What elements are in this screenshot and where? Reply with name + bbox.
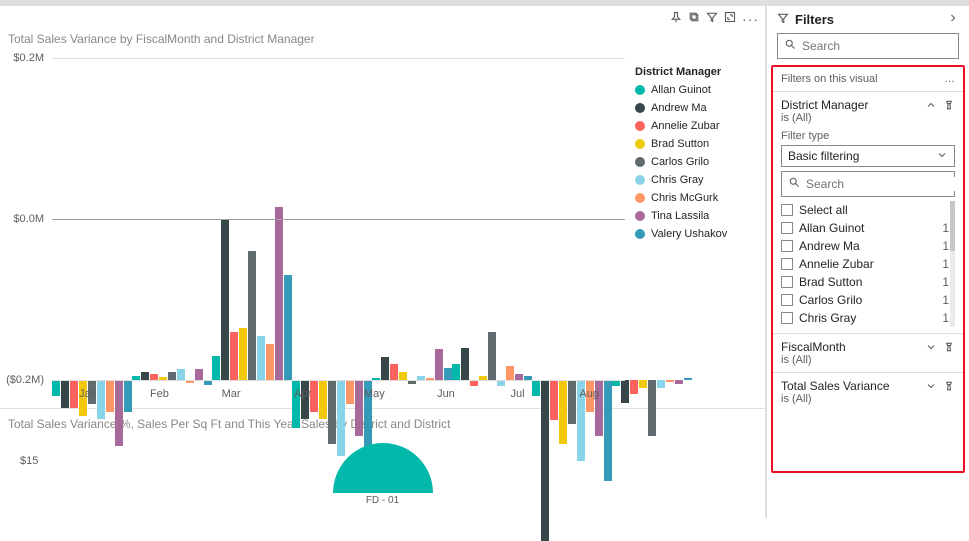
filter-value-row[interactable]: Andrew Ma1	[781, 237, 955, 255]
x-tick-label: Jun	[410, 388, 482, 400]
filter-name: District Manager	[781, 98, 868, 112]
filter-value-label: Brad Sutton	[799, 275, 936, 289]
expand-icon[interactable]	[925, 379, 937, 397]
visual-header: ···	[0, 6, 765, 28]
filter-value-label: Andrew Ma	[799, 239, 936, 253]
filter-value-label: Allan Guinot	[799, 221, 936, 235]
filter-type-value: Basic filtering	[788, 149, 859, 163]
checkbox[interactable]	[781, 276, 793, 288]
collapse-filters-icon[interactable]	[947, 12, 959, 27]
chart2-y-label: $15	[20, 455, 38, 467]
filters-pane: Filters Filters on this visual … Distric…	[766, 6, 969, 518]
clear-filter-icon[interactable]	[943, 340, 955, 358]
filter-value-label: Select all	[799, 203, 943, 217]
section-more-icon[interactable]: …	[944, 73, 955, 85]
filter-value-row[interactable]: Brad Sutton1	[781, 273, 955, 291]
filter-value-row[interactable]: Chris Gray1	[781, 309, 955, 327]
filter-values-search-input[interactable]	[806, 177, 961, 191]
pin-icon[interactable]	[670, 10, 682, 28]
x-tick-label: Apr	[267, 388, 339, 400]
search-icon	[784, 37, 796, 55]
filter-values-search[interactable]	[781, 171, 955, 197]
filters-title: Filters	[795, 12, 834, 27]
x-tick-label: Mar	[195, 388, 267, 400]
y-tick-label: $0.0M	[13, 213, 44, 225]
chevron-down-icon	[936, 149, 948, 164]
report-canvas: ··· Total Sales Variance by FiscalMonth …	[0, 6, 766, 518]
x-tick-label: Feb	[124, 388, 196, 400]
filter-name: Total Sales Variance	[781, 379, 890, 393]
filter-card-fiscalmonth[interactable]: FiscalMonth is (All)	[773, 333, 963, 372]
checkbox[interactable]	[781, 222, 793, 234]
x-tick-label: Jan	[52, 388, 124, 400]
chart2-area[interactable]: $15 FD - 01	[0, 435, 765, 525]
checkbox[interactable]	[781, 312, 793, 324]
filter-value-row[interactable]: Carlos Grilo1	[781, 291, 955, 309]
filters-search-box[interactable]	[777, 33, 959, 59]
x-tick-label: May	[339, 388, 411, 400]
filter-value-row[interactable]: Annelie Zubar1	[781, 255, 955, 273]
filter-value-label: Annelie Zubar	[799, 257, 936, 271]
filters-search-input[interactable]	[802, 39, 957, 53]
filter-sub: is (All)	[781, 354, 846, 366]
y-tick-label: $0.2M	[13, 52, 44, 64]
filter-card-total-sales-variance[interactable]: Total Sales Variance is (All)	[773, 372, 963, 411]
filter-type-dropdown[interactable]: Basic filtering	[781, 145, 955, 167]
x-tick-label: Jul	[482, 388, 554, 400]
filter-name: FiscalMonth	[781, 340, 846, 354]
filter-pane-icon	[777, 12, 789, 27]
expand-icon[interactable]	[925, 340, 937, 358]
filters-section-title: Filters on this visual	[781, 73, 878, 85]
chart-plot-area[interactable]: ($0.2M) $0.0M $0.2M JanFebMarAprMayJunJulA…	[0, 48, 629, 408]
filter-type-label: Filter type	[781, 130, 955, 142]
chart2-data-label: FD - 01	[366, 495, 399, 506]
checkbox[interactable]	[781, 258, 793, 270]
filter-value-row[interactable]: Select all	[781, 201, 955, 219]
x-tick-label: Aug	[553, 388, 625, 400]
filter-value-label: Carlos Grilo	[799, 293, 936, 307]
clear-filter-icon[interactable]	[943, 379, 955, 397]
filter-card-district-manager: District Manager is (All) Filter type Ba…	[773, 91, 963, 333]
clear-filter-icon[interactable]	[943, 98, 955, 116]
y-tick-label: ($0.2M)	[6, 374, 44, 386]
more-options-icon[interactable]: ···	[742, 11, 759, 27]
search-icon	[788, 175, 800, 193]
focus-icon[interactable]	[724, 10, 736, 28]
filter-sub: is (All)	[781, 393, 890, 405]
collapse-icon[interactable]	[925, 98, 937, 116]
copy-icon[interactable]	[688, 10, 700, 28]
filter-value-row[interactable]: Allan Guinot1	[781, 219, 955, 237]
chart-title: Total Sales Variance by FiscalMonth and …	[0, 28, 765, 48]
chart2-bubble[interactable]	[333, 443, 433, 493]
filter-icon[interactable]	[706, 10, 718, 28]
checkbox[interactable]	[781, 240, 793, 252]
filter-sub: is (All)	[781, 112, 868, 124]
checkbox[interactable]	[781, 204, 793, 216]
checkbox[interactable]	[781, 294, 793, 306]
scrollbar[interactable]	[950, 201, 955, 327]
filter-value-label: Chris Gray	[799, 311, 936, 325]
